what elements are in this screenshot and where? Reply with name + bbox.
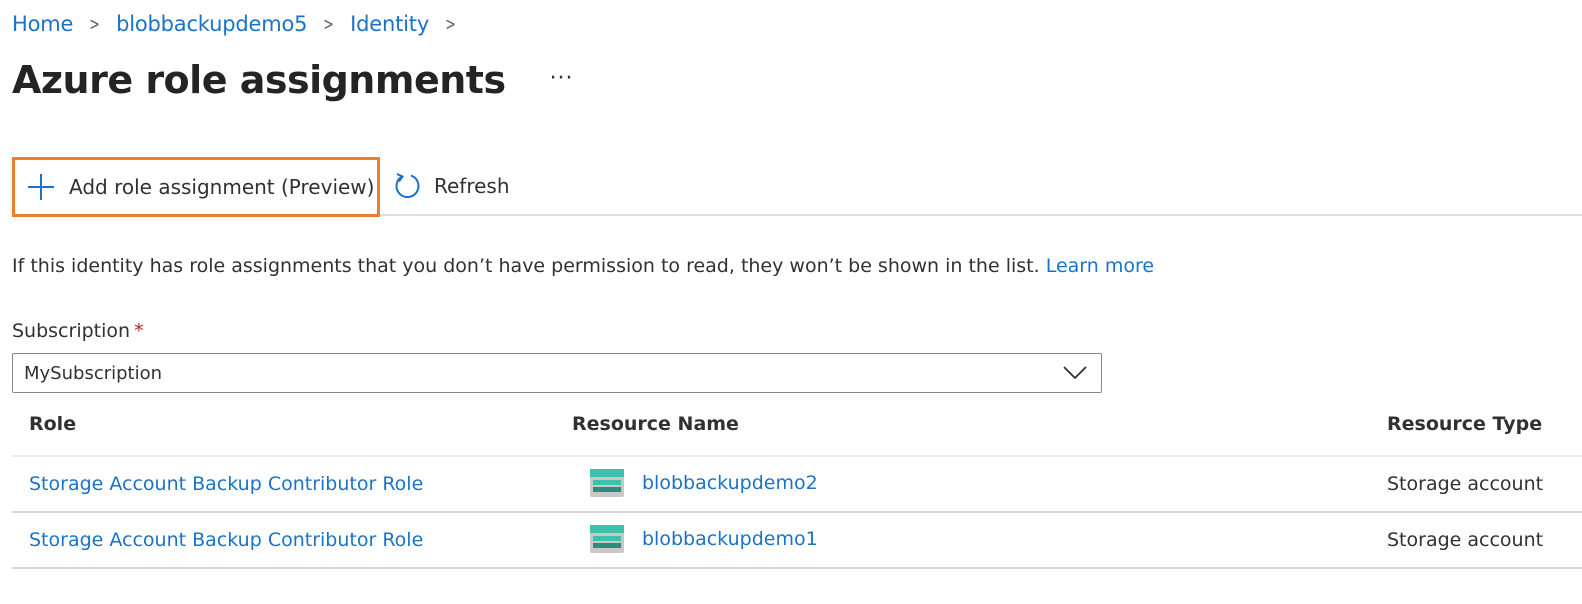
role-assignments-table: Role Resource Name Resource Type Storage… xyxy=(12,400,1582,569)
add-role-assignment-label: Add role assignment (Preview) xyxy=(69,175,375,199)
resource-name-cell: blobbackupdemo2 xyxy=(590,469,818,497)
chevron-right-icon: > xyxy=(89,13,100,35)
breadcrumb-identity[interactable]: Identity xyxy=(350,12,429,36)
command-bar: Add role assignment (Preview) Refresh xyxy=(12,157,1582,217)
plus-icon xyxy=(27,173,55,201)
role-link[interactable]: Storage Account Backup Contributor Role xyxy=(29,529,423,551)
table-row: Storage Account Backup Contributor Role … xyxy=(12,457,1582,513)
table-row: Storage Account Backup Contributor Role … xyxy=(12,513,1582,569)
breadcrumb: Home > blobbackupdemo5 > Identity > xyxy=(12,12,472,36)
add-role-assignment-button[interactable]: Add role assignment (Preview) xyxy=(12,157,380,217)
role-link[interactable]: Storage Account Backup Contributor Role xyxy=(29,473,423,495)
resource-type-cell: Storage account xyxy=(1387,529,1544,551)
breadcrumb-home[interactable]: Home xyxy=(12,12,73,36)
storage-account-icon xyxy=(590,525,624,553)
title-row: Azure role assignments ··· xyxy=(12,58,574,102)
column-header-resource-name[interactable]: Resource Name xyxy=(572,413,739,435)
subscription-label-text: Subscription xyxy=(12,320,131,342)
storage-account-icon xyxy=(590,469,624,497)
refresh-label: Refresh xyxy=(434,174,510,198)
info-message: If this identity has role assignments th… xyxy=(12,255,1154,277)
chevron-down-icon xyxy=(1063,366,1087,380)
page-title: Azure role assignments xyxy=(12,58,506,102)
refresh-icon xyxy=(395,173,420,198)
resource-name-link[interactable]: blobbackupdemo2 xyxy=(642,472,818,494)
more-options-button[interactable]: ··· xyxy=(550,66,574,91)
resource-name-cell: blobbackupdemo1 xyxy=(590,525,818,553)
column-header-role[interactable]: Role xyxy=(29,413,76,435)
subscription-selected-value: MySubscription xyxy=(24,362,163,384)
required-indicator: * xyxy=(134,320,144,342)
learn-more-link[interactable]: Learn more xyxy=(1046,255,1154,277)
chevron-right-icon: > xyxy=(445,13,456,35)
resource-type-cell: Storage account xyxy=(1387,473,1544,495)
chevron-right-icon: > xyxy=(323,13,335,35)
resource-name-link[interactable]: blobbackupdemo1 xyxy=(642,528,818,550)
subscription-dropdown[interactable]: MySubscription xyxy=(12,353,1102,393)
refresh-button[interactable]: Refresh xyxy=(392,157,510,215)
info-text: If this identity has role assignments th… xyxy=(12,255,1040,277)
subscription-label: Subscription * xyxy=(12,320,144,342)
breadcrumb-blobbackupdemo5[interactable]: blobbackupdemo5 xyxy=(116,12,307,36)
column-header-resource-type[interactable]: Resource Type xyxy=(1387,413,1542,435)
table-header: Role Resource Name Resource Type xyxy=(12,400,1582,457)
